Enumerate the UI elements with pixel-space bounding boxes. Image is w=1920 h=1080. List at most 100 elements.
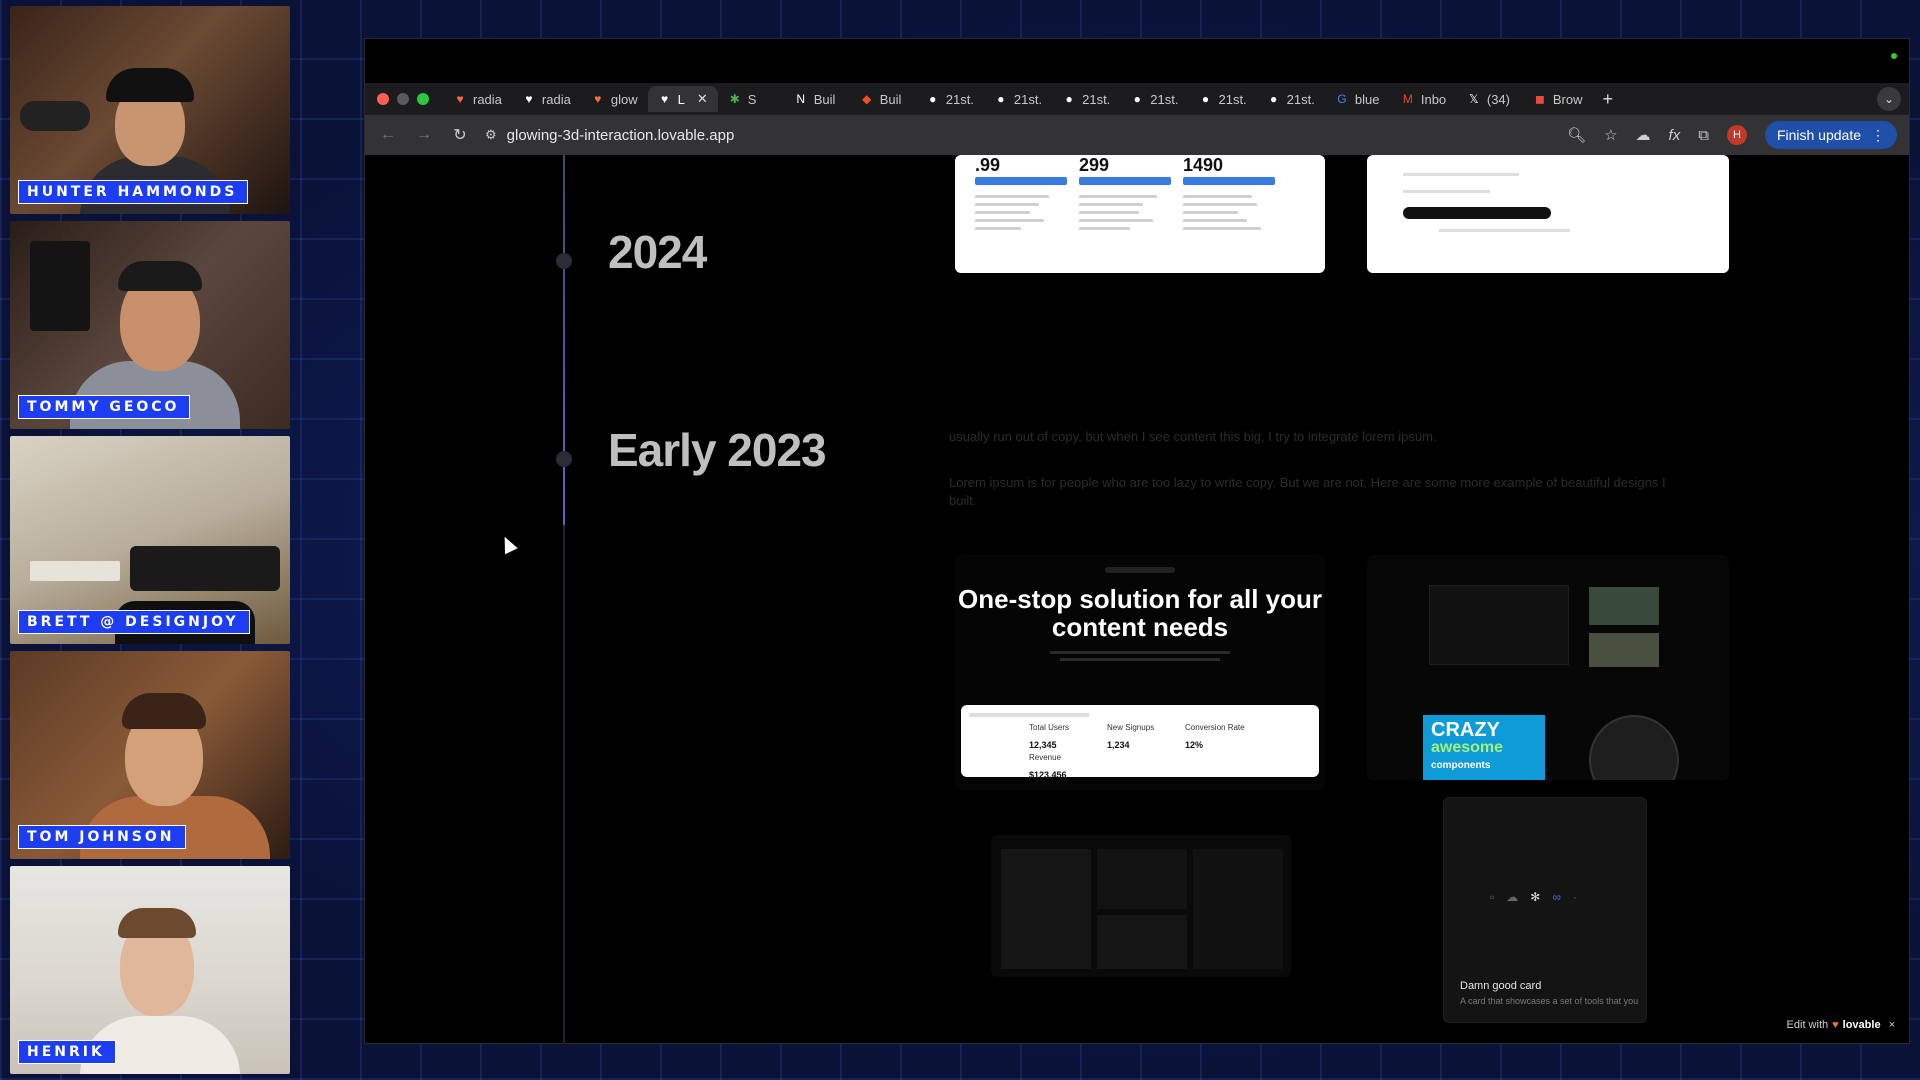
browser-tab[interactable]: ◆ Buil bbox=[850, 86, 916, 112]
address-bar[interactable]: ⚙ glowing-3d-interaction.lovable.app bbox=[485, 120, 1553, 150]
crazy-line-1: CRAZY bbox=[1431, 719, 1500, 741]
crazy-line-3: components bbox=[1431, 760, 1491, 771]
browser-tab[interactable]: ✱ S bbox=[718, 86, 784, 112]
browser-tab[interactable]: ♥ glow bbox=[581, 86, 648, 112]
notion-icon: N bbox=[796, 92, 806, 106]
timeline-year: Early 2023 bbox=[608, 424, 827, 476]
price-value: .99 bbox=[975, 155, 1001, 171]
formula-icon[interactable]: fx bbox=[1669, 127, 1681, 144]
close-icon[interactable]: × bbox=[1889, 1019, 1895, 1031]
browser-tab[interactable]: ● 21st. bbox=[1257, 86, 1325, 112]
extension-cloud-icon[interactable]: ☁ bbox=[1636, 126, 1651, 144]
pricing-preview-card: .99 299 1490 bbox=[955, 155, 1325, 273]
participant-column: HUNTER HAMMONDS TOMMY GEOCO BRETT @ DESI… bbox=[10, 6, 290, 1080]
figma-icon: ◆ bbox=[862, 92, 872, 106]
media-grid-preview-card: CRAZY awesome components bbox=[1367, 555, 1729, 780]
participant-name: HENRIK bbox=[18, 1040, 116, 1064]
back-button[interactable]: ← bbox=[377, 126, 399, 144]
browser-tab[interactable]: N Buil bbox=[784, 86, 850, 112]
edit-with-lovable-badge[interactable]: Edit with ♥ lovable × bbox=[1787, 1019, 1895, 1031]
participant-name: TOM JOHNSON bbox=[18, 825, 186, 849]
recording-indicator bbox=[1891, 53, 1897, 59]
bookmark-star-icon[interactable]: ☆ bbox=[1604, 126, 1617, 144]
browser-tab[interactable]: ● 21st. bbox=[1120, 86, 1188, 112]
dot-icon: ● bbox=[1201, 92, 1210, 106]
heart-icon: ♥ bbox=[456, 92, 464, 106]
tab-label: glow bbox=[610, 91, 638, 107]
minimize-window-button[interactable] bbox=[397, 93, 409, 105]
site-info-icon[interactable]: ⚙ bbox=[485, 127, 497, 143]
stat-value: 12,345 bbox=[1029, 740, 1057, 750]
forward-button[interactable]: → bbox=[413, 126, 435, 144]
more-menu-icon: ⋮ bbox=[1871, 126, 1885, 143]
stat-label: New Signups bbox=[1107, 723, 1155, 732]
tab-search-button[interactable]: ⌄ bbox=[1877, 87, 1901, 111]
profile-avatar[interactable]: H bbox=[1726, 125, 1747, 145]
tool-icon: · bbox=[1572, 890, 1577, 904]
maximize-window-button[interactable] bbox=[417, 93, 429, 105]
camera-tile: TOM JOHNSON bbox=[10, 651, 290, 859]
x-icon: 𝕏 bbox=[1469, 92, 1479, 106]
stat-label: Revenue bbox=[1029, 753, 1062, 762]
close-tab-icon[interactable]: ✕ bbox=[697, 91, 708, 107]
finish-update-button[interactable]: Finish update ⋮ bbox=[1764, 121, 1897, 149]
dot-icon: ● bbox=[1065, 92, 1073, 106]
section-description: built. bbox=[949, 493, 977, 508]
browser-tab[interactable]: ◼ Brow bbox=[1523, 86, 1593, 112]
browser-tab[interactable]: M Inbo bbox=[1391, 86, 1457, 112]
camera-tile: TOMMY GEOCO bbox=[10, 221, 290, 429]
browser-tab[interactable]: ● 21st. bbox=[1052, 86, 1120, 112]
browser-tab[interactable]: ● 21st. bbox=[984, 86, 1052, 112]
extensions-puzzle-icon[interactable]: ⧉ bbox=[1698, 127, 1709, 144]
browser-tab[interactable]: ♥ L ✕ bbox=[647, 86, 718, 112]
tab-label: 21st. bbox=[1150, 91, 1179, 107]
dot-icon: ● bbox=[997, 92, 1005, 106]
window-controls bbox=[377, 93, 429, 105]
close-window-button[interactable] bbox=[377, 93, 389, 105]
badge-brand: lovable bbox=[1842, 1019, 1881, 1031]
stat-item: Total Users 12,345 bbox=[1029, 723, 1107, 750]
camera-tile: BRETT @ DESIGNJOY bbox=[10, 436, 290, 644]
participant-name: BRETT @ DESIGNJOY bbox=[18, 610, 250, 634]
section-description: Lorem ipsum is for people who are too la… bbox=[949, 475, 1666, 490]
browser-icon: ◼ bbox=[1534, 92, 1545, 106]
tab-label: Buil bbox=[879, 91, 902, 107]
dot-icon: ● bbox=[1270, 92, 1278, 106]
card-title: Damn good card bbox=[1460, 980, 1542, 992]
browser-tab[interactable]: 𝕏 (34) bbox=[1457, 86, 1523, 112]
toolbar-icons: 🔍︎ ☆ ☁ fx ⧉ H Finish update ⋮ bbox=[1567, 121, 1897, 149]
tab-label: blue bbox=[1354, 91, 1380, 107]
heart-icon: ♥ bbox=[661, 92, 669, 106]
tab-bar: ♥ radia ♥ radia ♥ glow ♥ L ✕ ✱ S N Buil ◆ Buil ● 21st. ● 2… bbox=[365, 83, 1909, 115]
stat-item: New Signups 1,234 bbox=[1107, 723, 1185, 750]
tab-label: Buil bbox=[813, 91, 836, 107]
stat-item: Conversion Rate 12% bbox=[1185, 723, 1263, 750]
url-text: glowing-3d-interaction.lovable.app bbox=[506, 126, 735, 144]
dot-icon: ● bbox=[1133, 92, 1141, 106]
timeline-dot bbox=[556, 253, 572, 269]
price-value: 299 bbox=[1079, 155, 1110, 171]
browser-tab[interactable]: ● 21st. bbox=[916, 86, 984, 112]
browser-tab[interactable]: ♥ radia bbox=[512, 86, 581, 112]
dashboard-preview: Total Users 12,345 New Signups 1,234 Con… bbox=[961, 705, 1319, 780]
browser-tab[interactable]: ● 21st. bbox=[1188, 86, 1256, 112]
new-tab-button[interactable]: + bbox=[1592, 89, 1623, 110]
tab-label: 21st. bbox=[1013, 91, 1043, 107]
hero-preview-card: One-stop solution for all your content n… bbox=[955, 555, 1325, 790]
timeline-year: 2024 bbox=[608, 226, 707, 278]
dot-icon: ● bbox=[929, 92, 937, 106]
tab-label: radia bbox=[541, 91, 571, 107]
openai-icon: ✻ bbox=[1530, 890, 1541, 904]
browser-tab[interactable]: Gblue bbox=[1325, 86, 1391, 112]
zoom-icon[interactable]: 🔍︎ bbox=[1567, 126, 1586, 144]
hero-title: One-stop solution for all your content n… bbox=[958, 584, 1322, 642]
heart-icon: ♥ bbox=[594, 92, 602, 106]
signin-preview-card bbox=[1367, 155, 1729, 273]
window-top-bar bbox=[365, 39, 1909, 83]
timeline-progress bbox=[563, 155, 565, 525]
browser-tab[interactable]: ♥ radia bbox=[443, 86, 512, 112]
gmail-icon: M bbox=[1402, 92, 1413, 106]
participant-name: HUNTER HAMMONDS bbox=[18, 180, 249, 204]
reload-button[interactable]: ↻ bbox=[449, 125, 471, 145]
finish-update-label: Finish update bbox=[1776, 127, 1861, 143]
